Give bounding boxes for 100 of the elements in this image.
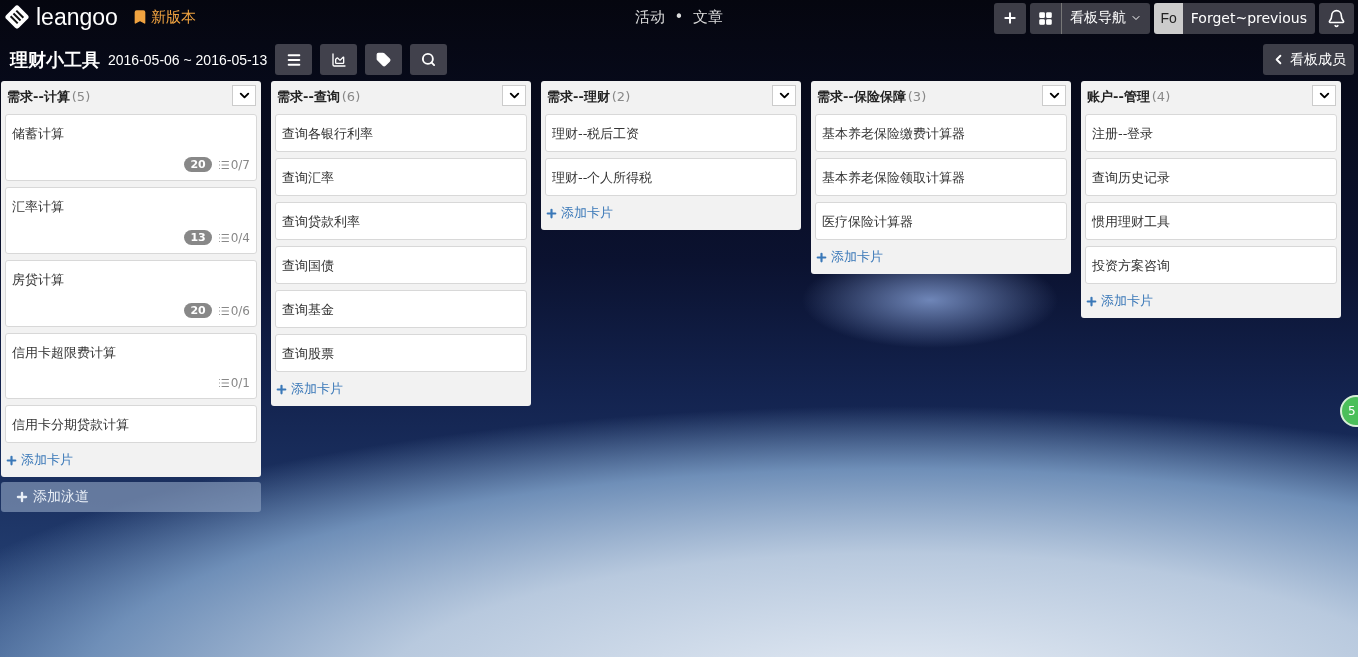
task-card[interactable]: 基本养老保险缴费计算器 [815, 114, 1067, 152]
task-card[interactable]: 查询基金 [275, 290, 527, 328]
card-title: 医疗保险计算器 [822, 213, 914, 231]
card-title: 理财--个人所得税 [552, 169, 654, 187]
add-card-button[interactable]: 添加卡片 [271, 372, 347, 402]
logo-text[interactable]: leangoo [36, 3, 118, 31]
plus-icon [1085, 294, 1098, 308]
card-title: 储蓄计算 [12, 125, 65, 143]
lane-count: (3) [907, 88, 927, 104]
lane-count: (5) [71, 88, 91, 104]
card-title: 房贷计算 [12, 271, 65, 289]
list-icon [217, 158, 230, 171]
board-nav-button[interactable]: 看板导航 [1030, 2, 1151, 34]
add-card-button[interactable]: 添加卡片 [1, 443, 77, 473]
nav-link[interactable]: 活动 [634, 7, 665, 27]
card-title: 查询贷款利率 [282, 213, 361, 231]
task-card[interactable]: 理财--个人所得税 [545, 158, 797, 196]
card-title: 投资方案咨询 [1092, 257, 1171, 275]
board-dates: 2016-05-06 ~ 2016-05-13 [108, 51, 268, 68]
task-card[interactable]: 查询各银行利率 [275, 114, 527, 152]
chart-button[interactable] [320, 44, 358, 75]
story-points-badge: 20 [184, 303, 212, 318]
add-lane-button[interactable]: 添加泳道 [1, 482, 261, 512]
board-title: 理财小工具 [10, 47, 100, 72]
card-title: 查询各银行利率 [282, 125, 374, 143]
story-points-badge: 13 [184, 230, 212, 245]
add-button[interactable] [994, 2, 1027, 34]
card-title: 注册--登录 [1092, 125, 1155, 143]
new-version-link[interactable]: 新版本 [131, 7, 196, 27]
checklist-count: 0/7 [217, 157, 250, 172]
add-card-button[interactable]: 添加卡片 [811, 240, 887, 270]
search-icon [421, 52, 437, 67]
board-members-button[interactable]: 看板成员 [1263, 44, 1354, 75]
story-points-badge: 20 [184, 157, 212, 172]
checklist-count: 0/1 [217, 376, 250, 390]
card-title: 基本养老保险缴费计算器 [822, 125, 966, 143]
menu-button[interactable] [275, 44, 313, 75]
nav-link[interactable]: 文章 [693, 7, 724, 27]
task-card[interactable]: 投资方案咨询 [1085, 246, 1337, 284]
task-card[interactable]: 查询汇率 [275, 158, 527, 196]
plus-icon [15, 490, 29, 504]
list-icon [217, 231, 230, 244]
plus-icon [545, 206, 558, 220]
lane-count: (2) [611, 88, 631, 104]
grid-icon [1038, 10, 1054, 26]
task-card[interactable]: 医疗保险计算器 [815, 202, 1067, 240]
lane-menu-button[interactable] [232, 85, 256, 106]
plus-icon [5, 453, 18, 467]
task-card[interactable]: 查询股票 [275, 334, 527, 372]
card-title: 查询国债 [282, 257, 335, 275]
checklist-count: 0/6 [217, 303, 250, 318]
card-title: 查询历史记录 [1092, 169, 1171, 187]
card-title: 惯用理财工具 [1092, 213, 1171, 231]
task-card[interactable]: 基本养老保险领取计算器 [815, 158, 1067, 196]
task-card[interactable]: 储蓄计算 20 0/7 [5, 114, 257, 181]
card-title: 查询基金 [282, 301, 335, 319]
tag-icon [376, 52, 392, 67]
plus-icon [815, 250, 828, 264]
lane-title: 需求--计算 [7, 88, 70, 104]
lane-count: (6) [341, 88, 361, 104]
task-card[interactable]: 查询历史记录 [1085, 158, 1337, 196]
card-title: 基本养老保险领取计算器 [822, 169, 966, 187]
user-avatar[interactable]: Fo [1154, 2, 1183, 34]
list-icon [217, 304, 230, 317]
card-title: 信用卡超限费计算 [12, 344, 117, 362]
lane-title: 需求--理财 [547, 88, 610, 104]
card-title: 汇率计算 [12, 198, 65, 216]
notification-button[interactable] [1319, 2, 1354, 34]
nav-separator: • [674, 8, 684, 26]
list-icon [217, 377, 230, 389]
lane-title: 需求--保险保障 [817, 88, 906, 104]
user-name-button[interactable]: Forget~previous [1182, 2, 1315, 34]
search-button[interactable] [410, 44, 448, 75]
task-card[interactable]: 查询贷款利率 [275, 202, 527, 240]
task-card[interactable]: 注册--登录 [1085, 114, 1337, 152]
lane-count: (4) [1151, 88, 1171, 104]
bell-icon [1327, 8, 1346, 28]
task-card[interactable]: 房贷计算 20 0/6 [5, 260, 257, 327]
tag-button[interactable] [365, 44, 403, 75]
task-card[interactable]: 理财--税后工资 [545, 114, 797, 152]
checklist-count: 0/4 [217, 230, 250, 245]
task-card[interactable]: 汇率计算 13 0/4 [5, 187, 257, 254]
lane-menu-button[interactable] [1312, 85, 1336, 106]
lane-title: 需求--查询 [277, 88, 340, 104]
task-card[interactable]: 惯用理财工具 [1085, 202, 1337, 240]
card-title: 查询汇率 [282, 169, 335, 187]
card-title: 查询股票 [282, 345, 335, 363]
lane-title: 账户--管理 [1087, 88, 1150, 104]
lane-menu-button[interactable] [772, 85, 796, 106]
add-card-button[interactable]: 添加卡片 [541, 196, 617, 226]
menu-icon [285, 51, 302, 68]
lane-menu-button[interactable] [1042, 85, 1066, 106]
lane-menu-button[interactable] [502, 85, 526, 106]
card-title: 理财--税后工资 [552, 125, 641, 143]
task-card[interactable]: 信用卡超限费计算 0/1 [5, 333, 257, 399]
task-card[interactable]: 信用卡分期贷款计算 [5, 405, 257, 443]
add-card-button[interactable]: 添加卡片 [1081, 284, 1157, 314]
area-chart-icon [330, 51, 347, 68]
task-card[interactable]: 查询国债 [275, 246, 527, 284]
plus-icon [275, 382, 288, 396]
